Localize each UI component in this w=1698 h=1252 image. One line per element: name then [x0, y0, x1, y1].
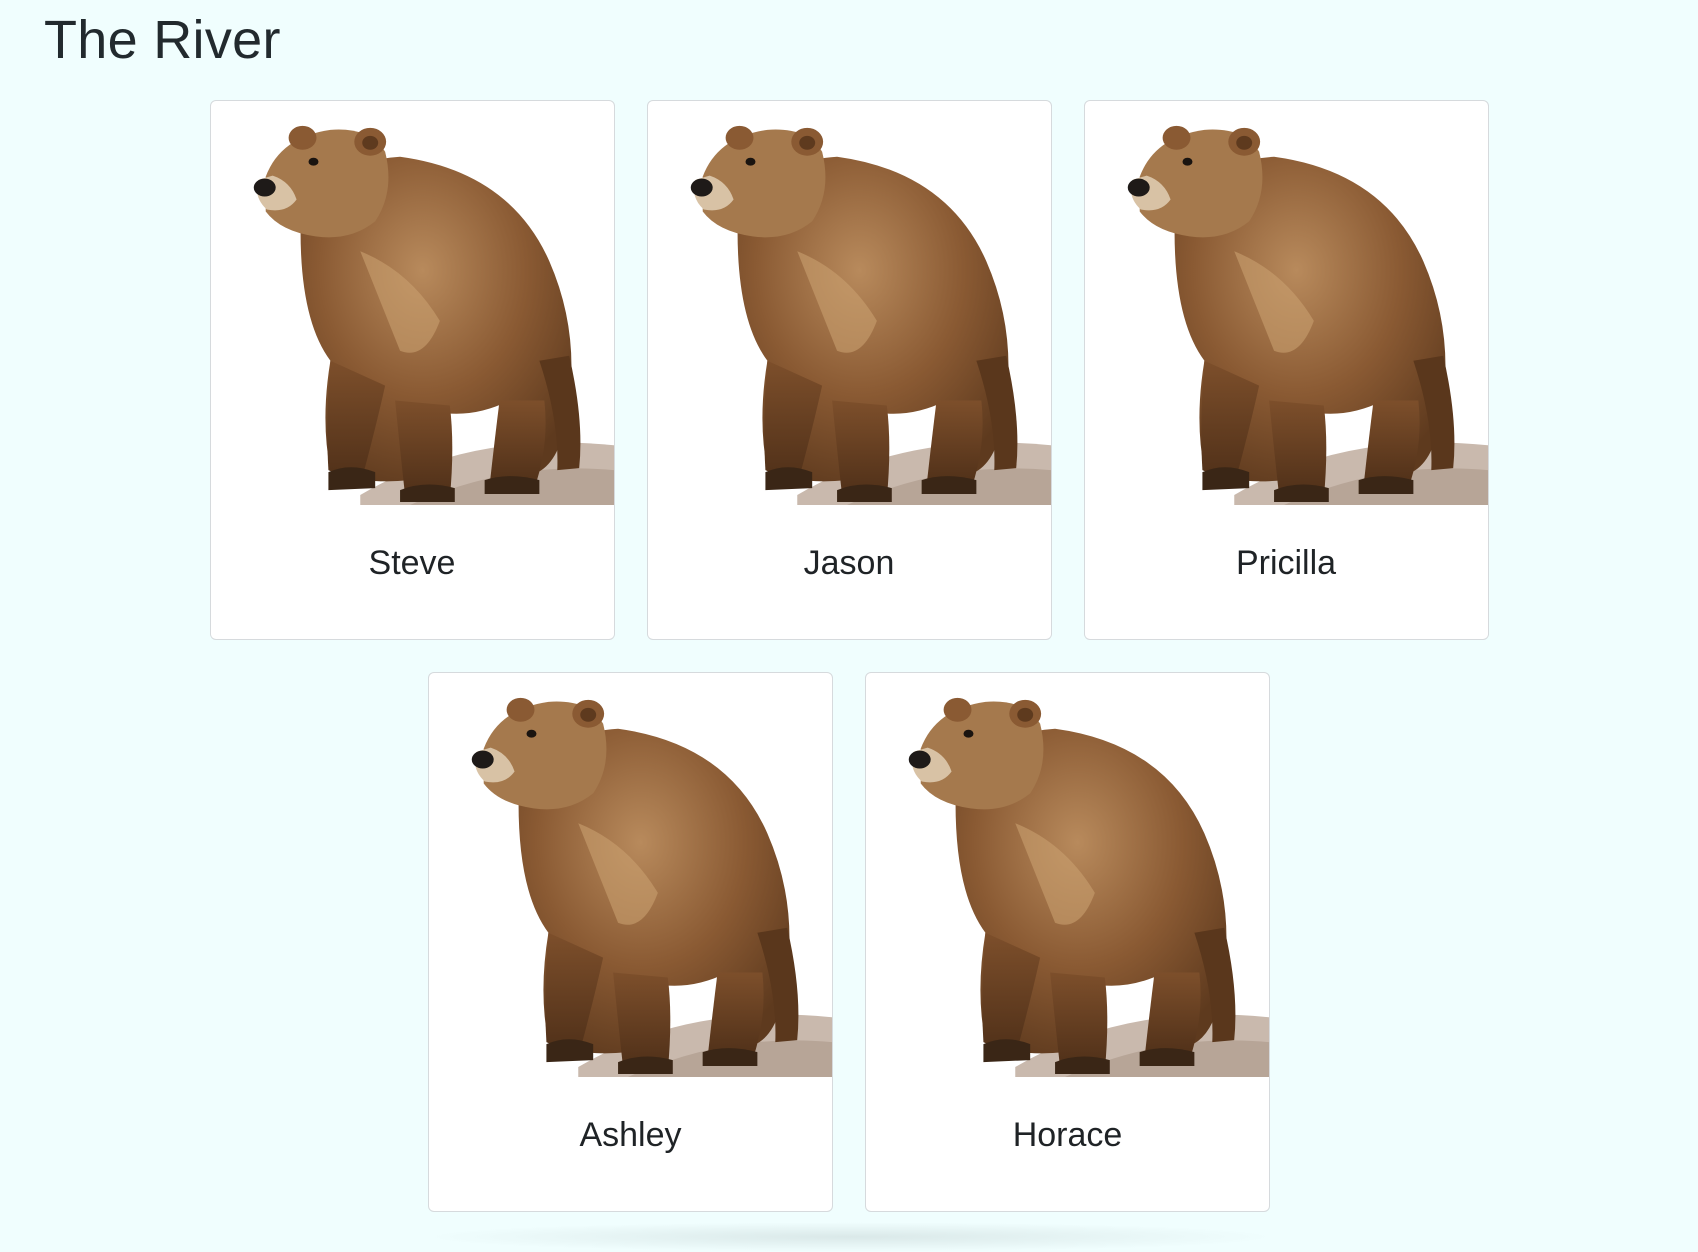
brown-bear-image [866, 673, 1269, 1078]
card-name: Steve [368, 544, 456, 582]
card-body: Ashley [429, 1078, 832, 1211]
card-name: Ashley [579, 1116, 682, 1154]
bear-card-grid: Steve Jason Pricilla Ashley Horace [0, 100, 1698, 1212]
bear-card[interactable]: Pricilla [1083, 100, 1489, 640]
card-body: Horace [866, 1078, 1269, 1211]
bear-card[interactable]: Steve [209, 100, 615, 640]
card-body: Jason [648, 506, 1051, 639]
card-name: Horace [1012, 1116, 1123, 1154]
brown-bear-image [211, 101, 614, 506]
card-name: Jason [803, 544, 895, 582]
brown-bear-image [1085, 101, 1488, 506]
bottom-shadow [420, 1222, 1280, 1252]
card-body: Pricilla [1085, 506, 1488, 639]
page-title: The River [44, 10, 281, 70]
bear-card[interactable]: Ashley [428, 672, 833, 1212]
bear-card[interactable]: Jason [646, 100, 1052, 640]
card-body: Steve [211, 506, 614, 639]
brown-bear-image [648, 101, 1051, 506]
brown-bear-image [429, 673, 832, 1078]
bear-card[interactable]: Horace [865, 672, 1270, 1212]
card-name: Pricilla [1235, 544, 1337, 582]
